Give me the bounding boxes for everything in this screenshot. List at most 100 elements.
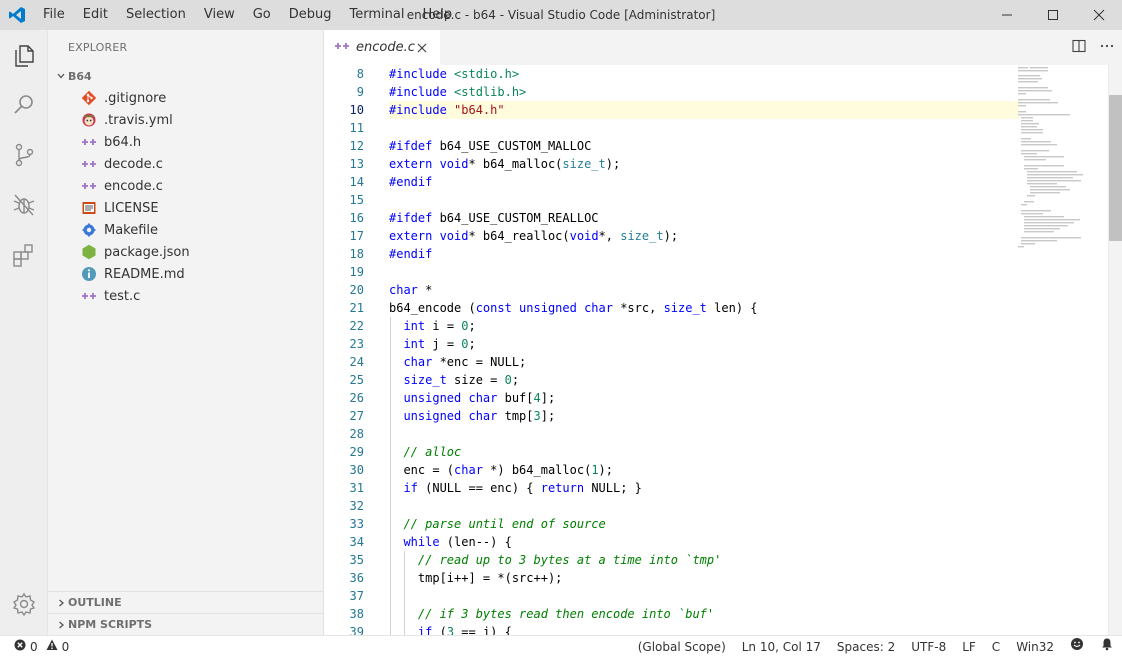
menu-go[interactable]: Go [244, 0, 280, 30]
code-token: tmp[i++] = *(src++); [389, 571, 563, 585]
debug-icon[interactable] [0, 180, 48, 230]
problems-indicator[interactable]: 0 0 [0, 639, 69, 654]
code-token: void [439, 157, 469, 171]
code-line: 17 ​extern void* b64_realloc(void*, size_… [324, 227, 1122, 245]
code-token: char [454, 463, 483, 477]
menu-edit[interactable]: Edit [74, 0, 117, 30]
source-control-icon[interactable] [0, 130, 48, 180]
code-text: ​#include "b64.h" [389, 101, 1019, 119]
code-token: 0 [504, 373, 512, 387]
file-name: .travis.yml [104, 112, 173, 128]
close-icon [418, 43, 427, 52]
code-line: 30 ​ enc = (char *) b64_malloc(1); [324, 461, 1122, 479]
search-icon[interactable] [0, 80, 48, 130]
vscode-logo-icon[interactable] [0, 0, 34, 30]
code-line: 11 ​ [324, 119, 1122, 137]
menu-file[interactable]: File [34, 0, 74, 30]
tab-encode-c[interactable]: encode.c [324, 30, 441, 65]
file-item[interactable]: decode.c [48, 153, 323, 175]
close-window-button[interactable] [1076, 0, 1122, 30]
line-number: 12 [349, 139, 364, 153]
maximize-button[interactable] [1030, 0, 1076, 30]
code-token: size = [446, 373, 505, 387]
code-token: extern [389, 157, 440, 171]
menu-view[interactable]: View [195, 0, 244, 30]
editor-scrollbar[interactable] [1108, 65, 1122, 635]
scrollbar-thumb[interactable] [1109, 95, 1122, 241]
line-number: 14 [349, 175, 364, 189]
settings-gear-icon[interactable] [0, 579, 48, 629]
line-number: 30 [349, 463, 364, 477]
code-text: ​ [389, 263, 1019, 281]
outline-section-header[interactable]: OUTLINE [48, 591, 323, 613]
line-number: 22 [349, 319, 364, 333]
code-token: char [403, 355, 433, 369]
more-actions-icon[interactable] [1100, 39, 1114, 57]
file-item[interactable]: LICENSE [48, 197, 323, 219]
code-token: enc = ( [389, 463, 455, 477]
split-editor-icon[interactable] [1072, 39, 1086, 57]
license-icon [80, 200, 98, 216]
extensions-icon[interactable] [0, 230, 48, 280]
menu-terminal[interactable]: Terminal [341, 0, 414, 30]
file-item[interactable]: .travis.yml [48, 109, 323, 131]
menu-bar: File Edit Selection View Go Debug Terminal Help [34, 0, 461, 30]
code-token: #ifdef [389, 139, 440, 153]
files-icon[interactable] [0, 30, 48, 80]
file-item[interactable]: .gitignore [48, 87, 323, 109]
indentation-indicator[interactable]: Spaces: 2 [829, 636, 903, 657]
code-text: ​ char *enc = NULL; [389, 353, 1019, 371]
code-token: * b64_realloc( [468, 229, 570, 243]
code-text: ​ // if 3 bytes read then encode into `b… [389, 605, 1019, 623]
npm-scripts-section-header[interactable]: NPM SCRIPTS [48, 613, 323, 635]
code-token: #include [389, 67, 455, 81]
line-number: 27 [349, 409, 364, 423]
makefile-gear-icon [80, 222, 98, 238]
menu-selection[interactable]: Selection [117, 0, 195, 30]
file-item[interactable]: Makefile [48, 219, 323, 241]
file-item[interactable]: package.json [48, 241, 323, 263]
encoding-indicator[interactable]: UTF-8 [903, 636, 954, 657]
scope-indicator[interactable]: (Global Scope) [630, 636, 734, 657]
code-text: ​#include <stdio.h> [389, 65, 1019, 83]
file-item[interactable]: README.md [48, 263, 323, 285]
code-editor[interactable]: 8​#include <stdio.h>9​#include <stdlib.h… [324, 65, 1122, 635]
code-token: size_t [663, 301, 707, 315]
code-text: ​ unsigned char tmp[3]; [389, 407, 1019, 425]
code-token: // alloc [403, 445, 462, 459]
c-config-indicator[interactable]: Win32 [1008, 636, 1062, 657]
menu-debug[interactable]: Debug [280, 0, 341, 30]
file-name: b64.h [104, 134, 142, 150]
code-token: extern [389, 229, 440, 243]
line-number: 35 [349, 553, 364, 567]
code-token: b64_USE_CUSTOM_MALLOC [439, 139, 592, 153]
code-text: ​ unsigned char buf[4]; [389, 389, 1019, 407]
cursor-position[interactable]: Ln 10, Col 17 [734, 636, 829, 657]
eol-indicator[interactable]: LF [954, 636, 984, 657]
file-item[interactable]: test.c [48, 285, 323, 307]
notifications-bell-icon[interactable] [1092, 636, 1122, 657]
code-line: 33 ​ // parse until end of source [324, 515, 1122, 533]
language-mode[interactable]: C [984, 636, 1008, 657]
sidebar-bottom-sections: OUTLINE NPM SCRIPTS [48, 591, 323, 635]
minimap[interactable] [1018, 65, 1108, 635]
file-item[interactable]: b64.h [48, 131, 323, 153]
code-line: 13 ​extern void* b64_malloc(size_t); [324, 155, 1122, 173]
file-tree: .gitignore .travis.yml b64.h decode.c encode… [48, 87, 323, 307]
minimize-button[interactable] [984, 0, 1030, 30]
code-token: // if 3 bytes read then encode into `buf… [417, 607, 715, 621]
line-number: 33 [349, 517, 364, 531]
tab-close-button[interactable] [415, 40, 430, 56]
menu-help[interactable]: Help [413, 0, 461, 30]
code-token: <stdlib.h> [454, 85, 527, 99]
feedback-smiley-icon[interactable] [1062, 636, 1092, 657]
folder-header[interactable]: B64 [48, 65, 323, 87]
sidebar-title: EXPLORER [68, 41, 128, 54]
file-item[interactable]: encode.c [48, 175, 323, 197]
code-token: "b64.h" [454, 103, 505, 117]
file-name: encode.c [104, 178, 163, 194]
code-text: ​ tmp[i++] = *(src++); [389, 569, 1019, 587]
editor-area: encode.c 8​#include <stdio.h>9​#include … [324, 30, 1122, 635]
